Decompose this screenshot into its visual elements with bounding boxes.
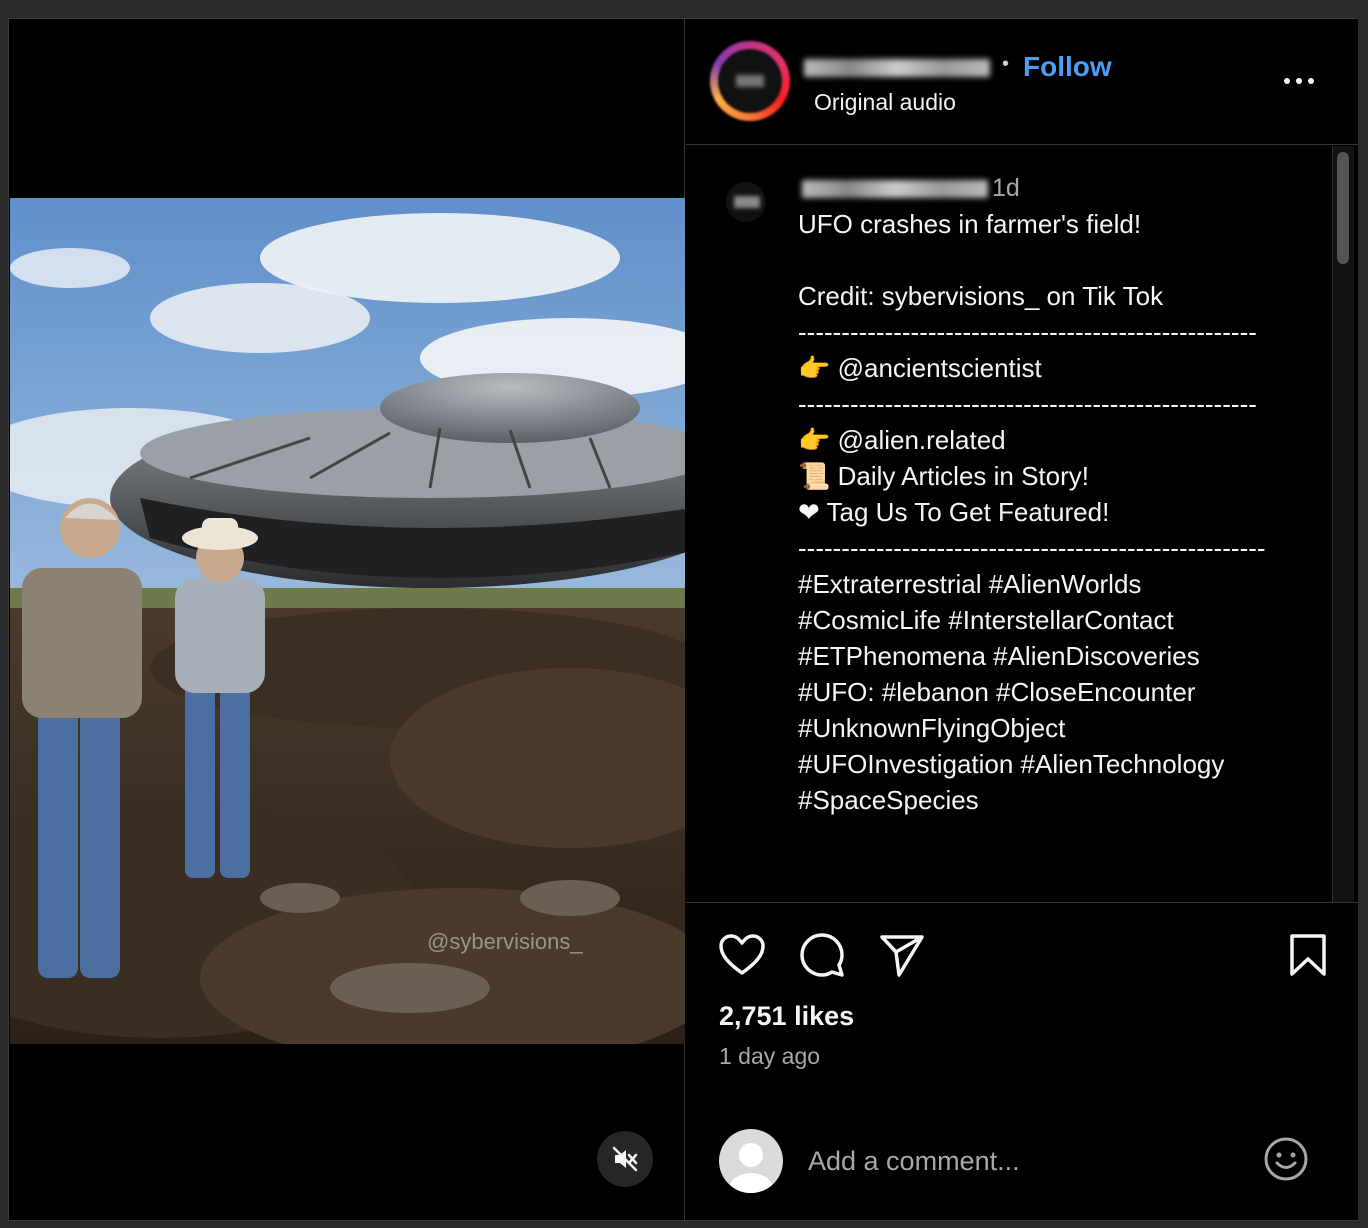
posted-time[interactable]: 1 day ago xyxy=(719,1043,820,1070)
video-frame-image xyxy=(10,198,685,1044)
caption-line[interactable]: #UFOInvestigation #AlienTechnology xyxy=(798,746,1298,782)
caption-line xyxy=(798,242,1298,278)
comment-input[interactable] xyxy=(808,1141,1228,1181)
likes-count[interactable]: 2,751 likes xyxy=(719,1001,854,1032)
like-button[interactable] xyxy=(716,929,768,981)
post-header: • Follow Original audio xyxy=(686,19,1358,145)
smiley-icon xyxy=(1264,1137,1308,1181)
scrollbar-thumb[interactable] xyxy=(1337,152,1349,264)
caption-line: UFO crashes in farmer's field! xyxy=(798,209,1142,239)
comment-button[interactable] xyxy=(796,929,848,981)
video-watermark: @sybervisions_ xyxy=(427,929,583,954)
caption-line[interactable]: #Extraterrestrial #AlienWorlds xyxy=(798,566,1298,602)
follow-button[interactable]: Follow xyxy=(1023,51,1112,83)
caption-line[interactable]: #ETPhenomena #AlienDiscoveries xyxy=(798,638,1298,674)
caption-line[interactable]: #CosmicLife #InterstellarContact xyxy=(798,602,1298,638)
author-username-redacted[interactable] xyxy=(804,59,990,77)
caption-line[interactable]: #UFO: #lebanon #CloseEncounter xyxy=(798,674,1298,710)
caption-line: ❤ Tag Us To Get Featured! xyxy=(798,497,1110,527)
caption-text: UFO crashes in farmer's field! Credit: s… xyxy=(798,206,1298,818)
caption-line: Credit: sybervisions_ on Tik Tok xyxy=(798,281,1164,311)
caption-line: ----------------------------------------… xyxy=(798,533,1266,563)
default-user-icon xyxy=(729,1143,773,1193)
video-player[interactable] xyxy=(10,198,685,1044)
caption-line[interactable]: 👉 @ancientscientist xyxy=(798,350,1298,386)
bookmark-icon xyxy=(1290,934,1326,976)
caption-line: 📜 Daily Articles in Story! xyxy=(798,461,1090,491)
action-bar xyxy=(686,929,1358,989)
emoji-picker-button[interactable] xyxy=(1260,1133,1312,1185)
caption-author-avatar[interactable] xyxy=(726,182,766,222)
save-button[interactable] xyxy=(1282,929,1334,981)
heart-icon xyxy=(719,934,765,975)
comment-bubble-icon xyxy=(800,933,844,977)
caption-line[interactable]: #UnknownFlyingObject xyxy=(798,710,1298,746)
speaker-muted-icon xyxy=(612,1146,638,1172)
caption-line: ----------------------------------------… xyxy=(798,389,1257,419)
share-button[interactable] xyxy=(876,929,928,981)
post-time-short[interactable]: 1d xyxy=(992,174,1020,203)
caption-line[interactable]: #SpaceSpecies xyxy=(798,782,1298,818)
current-user-avatar xyxy=(719,1129,783,1193)
caption-scroll-area[interactable]: 1d UFO crashes in farmer's field! Credit… xyxy=(686,146,1358,903)
caption-author-username-redacted[interactable] xyxy=(802,180,988,198)
separator-dot: • xyxy=(1002,53,1010,75)
post-modal: @sybervisions_ • Follow Original audio 1… xyxy=(8,18,1358,1221)
mute-toggle-button[interactable] xyxy=(597,1131,653,1187)
comment-composer xyxy=(686,1119,1358,1219)
more-options-icon[interactable] xyxy=(1284,71,1324,91)
caption-scrollbar[interactable] xyxy=(1332,146,1354,902)
post-details-panel: • Follow Original audio 1d UFO crashes i… xyxy=(686,19,1358,1220)
media-pane: @sybervisions_ xyxy=(9,19,685,1220)
paper-plane-icon xyxy=(880,935,924,977)
author-avatar[interactable] xyxy=(710,41,790,121)
caption-line[interactable]: 👉 @alien.related xyxy=(798,422,1298,458)
audio-link[interactable]: Original audio xyxy=(814,89,956,116)
caption-line: ----------------------------------------… xyxy=(798,317,1257,347)
